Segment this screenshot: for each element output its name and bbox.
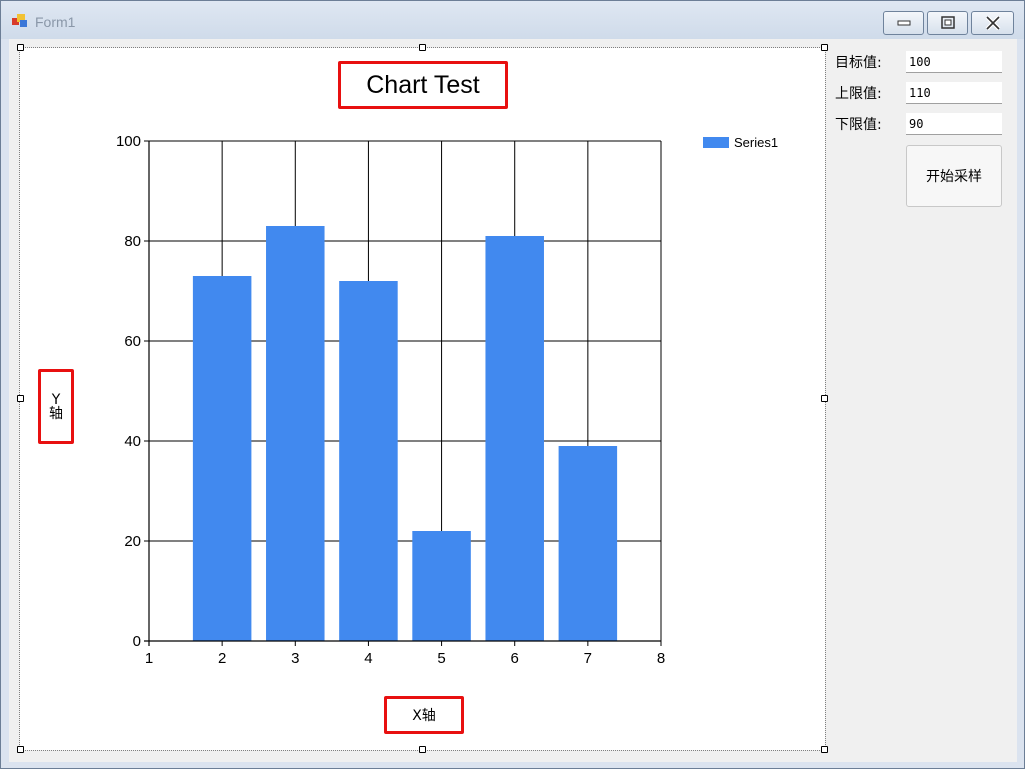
y-tick-label: 40 — [124, 433, 141, 450]
x-tick-label: 7 — [584, 650, 592, 667]
x-tick-label: 1 — [145, 650, 153, 667]
bar — [558, 446, 618, 641]
chart-control[interactable]: 0 20 40 60 80 100 1 2 3 4 5 6 7 8 Chart Test Y 轴 X轴 S… — [19, 47, 826, 751]
x-tick-label: 3 — [291, 650, 299, 667]
x-tick-label: 4 — [364, 650, 372, 667]
legend-label: Series1 — [734, 134, 779, 150]
resize-handle[interactable] — [821, 746, 828, 753]
lower-limit-input[interactable] — [906, 113, 1002, 135]
x-tick-label: 8 — [657, 650, 665, 667]
y-tick-label: 20 — [124, 533, 141, 550]
y-tick-label: 60 — [124, 333, 141, 350]
y-tick-label: 80 — [124, 233, 141, 250]
y-axis-label: Y 轴 — [38, 369, 74, 444]
resize-handle[interactable] — [17, 746, 24, 753]
title-bar: Form1 — [1, 1, 1024, 39]
resize-handle[interactable] — [419, 746, 426, 753]
restore-icon — [940, 16, 955, 29]
legend-swatch — [703, 136, 729, 148]
close-icon — [985, 16, 1000, 30]
resize-handle[interactable] — [821, 395, 828, 402]
y-axis-label-line1: Y — [51, 391, 61, 408]
app-window: Form1 0 20 40 60 80 100 1 2 3 4 5 6 7 8 Chart Test — [0, 0, 1025, 769]
bar — [485, 236, 544, 641]
x-tick-label: 6 — [511, 650, 519, 667]
chart-title-text: Chart Test — [366, 70, 480, 99]
window-title: Form1 — [35, 14, 76, 30]
start-sampling-button[interactable]: 开始采样 — [906, 145, 1002, 207]
x-tick-label: 2 — [218, 650, 226, 667]
bar — [412, 531, 471, 641]
bar — [266, 226, 325, 641]
chart-title: Chart Test — [338, 61, 508, 109]
bar — [339, 281, 398, 641]
x-axis-label-text: X轴 — [412, 708, 436, 724]
close-button[interactable] — [971, 11, 1014, 35]
form-client-area: 0 20 40 60 80 100 1 2 3 4 5 6 7 8 Chart Test Y 轴 X轴 S… — [9, 39, 1017, 762]
bar — [192, 276, 252, 641]
plot-svg: 0 20 40 60 80 100 1 2 3 4 5 6 7 8 — [116, 133, 665, 667]
y-axis-label-line2: 轴 — [49, 405, 63, 422]
resize-handle[interactable] — [419, 44, 426, 51]
upper-limit-label: 上限值: — [835, 86, 882, 102]
lower-limit-label: 下限值: — [835, 117, 882, 133]
resize-handle[interactable] — [821, 44, 828, 51]
x-tick-label: 5 — [437, 650, 445, 667]
resize-handle[interactable] — [17, 395, 24, 402]
resize-handle[interactable] — [17, 44, 24, 51]
maximize-button[interactable] — [927, 11, 968, 35]
minimize-button[interactable] — [883, 11, 924, 35]
y-tick-label: 100 — [116, 133, 141, 150]
chart-legend: Series1 — [703, 134, 778, 150]
target-value-input[interactable] — [906, 51, 1002, 73]
minimize-icon — [897, 20, 910, 26]
upper-limit-input[interactable] — [906, 82, 1002, 104]
target-value-label: 目标值: — [835, 55, 882, 71]
x-axis-label: X轴 — [384, 696, 464, 734]
y-tick-label: 0 — [133, 633, 141, 650]
app-icon — [12, 14, 27, 27]
